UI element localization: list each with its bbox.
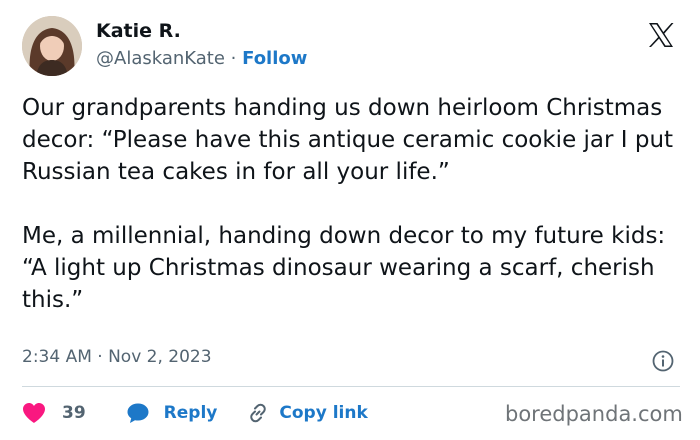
speech-bubble-icon [127,403,149,423]
follow-button[interactable]: Follow [242,48,307,69]
reply-button[interactable]: Reply [126,402,218,424]
tweet-card: Katie R. @AlaskanKate · Follow Our grand… [0,0,700,440]
tweet-body: Our grandparents handing us down heirloo… [22,92,682,316]
action-bar: 39 Reply Copy link [22,400,368,426]
author-name[interactable]: Katie R. [96,20,181,42]
tweet-timestamp[interactable]: 2:34 AM · Nov 2, 2023 [22,347,212,367]
divider [22,386,680,387]
copy-link-button[interactable]: Copy link [247,402,368,424]
reply-label: Reply [163,403,218,423]
watermark: boredpanda.com [505,402,683,426]
like-button[interactable]: 39 [22,402,86,424]
author-handle[interactable]: @AlaskanKate [96,48,225,69]
x-logo-icon[interactable] [646,20,676,50]
copy-link-label: Copy link [279,403,368,423]
handle-row: @AlaskanKate · Follow [96,48,307,69]
heart-icon [23,403,45,423]
handle-separator: · [230,48,237,69]
like-count: 39 [62,403,86,423]
avatar-photo [22,16,82,76]
info-icon[interactable] [652,350,674,372]
link-icon [250,403,267,423]
tweet-paragraph: Our grandparents handing us down heirloo… [22,95,674,185]
avatar[interactable] [22,16,82,76]
tweet-paragraph: Me, a millennial, handing down decor to … [22,223,666,313]
